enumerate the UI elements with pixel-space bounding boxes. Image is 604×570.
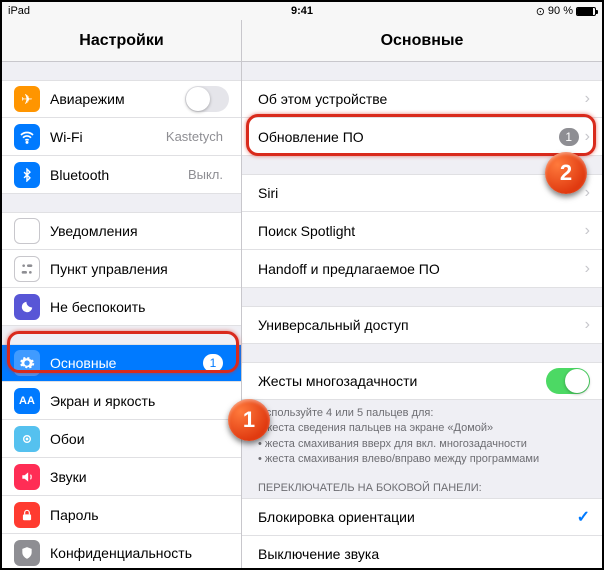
row-label: Об этом устройстве (258, 91, 585, 107)
sidebar-item-label: Конфиденциальность (50, 545, 229, 561)
sidebar-item-label: Bluetooth (50, 167, 188, 183)
detail-title: Основные (242, 20, 602, 61)
chevron-right-icon: › (585, 184, 590, 202)
detail-row-accessibility[interactable]: Универсальный доступ › (242, 306, 602, 344)
bluetooth-value: Выкл. (188, 167, 223, 182)
sidebar-item-control-center[interactable]: Пункт управления (2, 250, 241, 288)
sidebar-item-bluetooth[interactable]: Bluetooth Выкл. (2, 156, 241, 194)
gear-icon (14, 350, 40, 376)
sidebar-item-privacy[interactable]: Конфиденциальность (2, 534, 241, 568)
sidebar-item-label: Уведомления (50, 223, 229, 239)
sidebar-item-passcode[interactable]: Пароль (2, 496, 241, 534)
check-icon: ✓ (577, 507, 590, 527)
sidebar-item-wifi[interactable]: Wi-Fi Kastetych (2, 118, 241, 156)
multitasking-hint: Используйте 4 или 5 пальцев для: • жеста… (242, 400, 602, 470)
chevron-right-icon: › (585, 260, 590, 278)
row-label: Блокировка ориентации (258, 509, 577, 525)
detail-row-about[interactable]: Об этом устройстве › (242, 80, 602, 118)
chevron-right-icon: › (585, 316, 590, 334)
wallpaper-icon (14, 426, 40, 452)
status-bar: iPad 9:41 ⊙ 90 % (2, 2, 602, 20)
sidebar-item-label: Не беспокоить (50, 299, 229, 315)
sidebar-item-label: Обои (50, 431, 229, 447)
sidebar-item-label: Звуки (50, 469, 229, 485)
device-frame: iPad 9:41 ⊙ 90 % Настройки Основные ✈ Ав… (2, 2, 602, 568)
status-right: ⊙ 90 % (496, 5, 596, 18)
airplane-icon: ✈ (14, 86, 40, 112)
charging-icon: ⊙ (536, 5, 545, 18)
bluetooth-icon (14, 162, 40, 188)
status-device: iPad (8, 5, 108, 17)
row-label: Поиск Spotlight (258, 223, 585, 239)
detail-row-handoff[interactable]: Handoff и предлагаемое ПО › (242, 250, 602, 288)
chevron-right-icon: › (585, 128, 590, 146)
lock-icon (14, 502, 40, 528)
chevron-right-icon: › (585, 222, 590, 240)
sidebar-item-wallpaper[interactable]: Обои (2, 420, 241, 458)
row-label: Выключение звука (258, 546, 590, 562)
status-time: 9:41 (108, 5, 496, 17)
battery-icon (576, 7, 596, 16)
settings-sidebar: ✈ Авиарежим Wi-Fi Kastetych Bluetooth (2, 62, 242, 568)
row-label: Универсальный доступ (258, 317, 585, 333)
detail-row-multitasking-gestures[interactable]: Жесты многозадачности (242, 362, 602, 400)
airplane-toggle[interactable] (185, 86, 229, 112)
sidebar-item-display[interactable]: AA Экран и яркость (2, 382, 241, 420)
side-switch-header: ПЕРЕКЛЮЧАТЕЛЬ НА БОКОВОЙ ПАНЕЛИ: (242, 470, 602, 498)
detail-row-software-update[interactable]: Обновление ПО 1 › (242, 118, 602, 156)
sidebar-title: Настройки (2, 20, 242, 61)
sounds-icon (14, 464, 40, 490)
detail-row-mute[interactable]: Выключение звука (242, 536, 602, 568)
sidebar-item-notifications[interactable]: ◉ Уведомления (2, 212, 241, 250)
display-icon: AA (14, 388, 40, 414)
sidebar-item-label: Пароль (50, 507, 229, 523)
sidebar-item-dnd[interactable]: Не беспокоить (2, 288, 241, 326)
chevron-right-icon: › (585, 90, 590, 108)
privacy-icon (14, 540, 40, 566)
row-label: Обновление ПО (258, 129, 559, 145)
row-label: Жесты многозадачности (258, 373, 546, 389)
wifi-icon (14, 124, 40, 150)
sidebar-item-airplane[interactable]: ✈ Авиарежим (2, 80, 241, 118)
general-badge: 1 (203, 354, 223, 372)
detail-row-lock-rotation[interactable]: Блокировка ориентации ✓ (242, 498, 602, 536)
titlebar: Настройки Основные (2, 20, 602, 62)
sidebar-item-label: Пункт управления (50, 261, 229, 277)
control-center-icon (14, 256, 40, 282)
sidebar-item-label: Wi-Fi (50, 129, 166, 145)
sidebar-item-sounds[interactable]: Звуки (2, 458, 241, 496)
sidebar-item-label: Основные (50, 355, 203, 371)
software-update-badge: 1 (559, 128, 579, 146)
sidebar-item-label: Экран и яркость (50, 393, 229, 409)
multitasking-toggle[interactable] (546, 368, 590, 394)
sidebar-item-label: Авиарежим (50, 91, 185, 107)
notifications-icon: ◉ (14, 218, 40, 244)
row-label: Siri (258, 185, 585, 201)
detail-row-siri[interactable]: Siri › (242, 174, 602, 212)
battery-percent: 90 % (548, 5, 573, 17)
detail-pane: Об этом устройстве › Обновление ПО 1 › S… (242, 62, 602, 568)
row-label: Handoff и предлагаемое ПО (258, 261, 585, 277)
moon-icon (14, 294, 40, 320)
wifi-value: Kastetych (166, 129, 223, 144)
detail-row-spotlight[interactable]: Поиск Spotlight › (242, 212, 602, 250)
sidebar-item-general[interactable]: Основные 1 (2, 344, 241, 382)
